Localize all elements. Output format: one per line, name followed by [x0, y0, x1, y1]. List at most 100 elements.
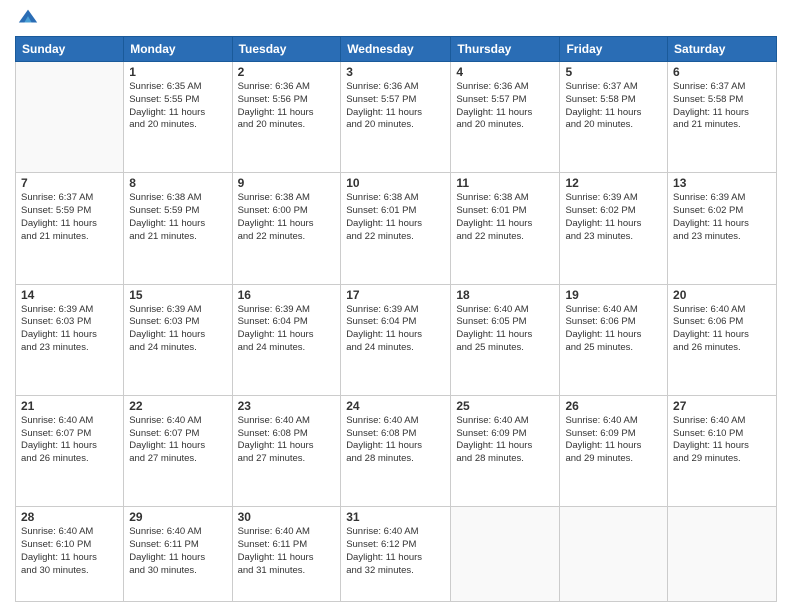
calendar-cell: 4Sunrise: 6:36 AM Sunset: 5:57 PM Daylig… — [451, 62, 560, 173]
day-info: Sunrise: 6:37 AM Sunset: 5:58 PM Dayligh… — [565, 81, 662, 132]
calendar-week-2: 7 Sunrise: 6:37 AM Sunset: 5:59 PM Daylig… — [16, 173, 777, 284]
day-info: Sunrise: 6:40 AM Sunset: 6:08 PM Dayligh… — [238, 415, 336, 466]
day-number: 22 — [129, 399, 226, 413]
calendar-cell: 16 Sunrise: 6:39 AM Sunset: 6:04 PM Dayli… — [232, 284, 341, 395]
day-number: 9 — [238, 176, 336, 190]
weekday-header-friday: Friday — [560, 37, 668, 62]
day-number: 28 — [21, 510, 118, 524]
calendar-table: SundayMondayTuesdayWednesdayThursdayFrid… — [15, 36, 777, 602]
calendar-cell — [560, 507, 668, 602]
day-info: Sunrise: 6:37 AM Sunset: 5:59 PM Dayligh… — [21, 192, 118, 243]
calendar-week-3: 14 Sunrise: 6:39 AM Sunset: 6:03 PM Dayli… — [16, 284, 777, 395]
calendar-cell: 29Sunrise: 6:40 AM Sunset: 6:11 PM Dayli… — [124, 507, 232, 602]
weekday-header-monday: Monday — [124, 37, 232, 62]
day-number: 1 — [129, 65, 226, 79]
calendar-cell: 21 Sunrise: 6:40 AM Sunset: 6:07 PM Dayli… — [16, 395, 124, 506]
calendar-cell: 19Sunrise: 6:40 AM Sunset: 6:06 PM Dayli… — [560, 284, 668, 395]
day-info: Sunrise: 6:40 AM Sunset: 6:10 PM Dayligh… — [673, 415, 771, 466]
day-info: Sunrise: 6:39 AM Sunset: 6:04 PM Dayligh… — [238, 304, 336, 355]
day-info: Sunrise: 6:40 AM Sunset: 6:12 PM Dayligh… — [346, 526, 445, 577]
day-info: Sunrise: 6:36 AM Sunset: 5:56 PM Dayligh… — [238, 81, 336, 132]
day-info: Sunrise: 6:40 AM Sunset: 6:11 PM Dayligh… — [129, 526, 226, 577]
day-number: 12 — [565, 176, 662, 190]
day-number: 18 — [456, 288, 554, 302]
day-info: Sunrise: 6:40 AM Sunset: 6:09 PM Dayligh… — [456, 415, 554, 466]
calendar-cell: 9 Sunrise: 6:38 AM Sunset: 6:00 PM Daylig… — [232, 173, 341, 284]
day-info: Sunrise: 6:40 AM Sunset: 6:07 PM Dayligh… — [129, 415, 226, 466]
day-number: 14 — [21, 288, 118, 302]
day-number: 13 — [673, 176, 771, 190]
day-number: 30 — [238, 510, 336, 524]
weekday-header-thursday: Thursday — [451, 37, 560, 62]
day-number: 26 — [565, 399, 662, 413]
day-info: Sunrise: 6:37 AM Sunset: 5:58 PM Dayligh… — [673, 81, 771, 132]
day-number: 15 — [129, 288, 226, 302]
day-info: Sunrise: 6:40 AM Sunset: 6:10 PM Dayligh… — [21, 526, 118, 577]
day-info: Sunrise: 6:39 AM Sunset: 6:04 PM Dayligh… — [346, 304, 445, 355]
calendar-week-5: 28 Sunrise: 6:40 AM Sunset: 6:10 PM Dayli… — [16, 507, 777, 602]
calendar-week-1: 1 Sunrise: 6:35 AM Sunset: 5:55 PM Daylig… — [16, 62, 777, 173]
calendar-cell: 30 Sunrise: 6:40 AM Sunset: 6:11 PM Dayli… — [232, 507, 341, 602]
day-info: Sunrise: 6:39 AM Sunset: 6:02 PM Dayligh… — [565, 192, 662, 243]
calendar-cell: 7 Sunrise: 6:37 AM Sunset: 5:59 PM Daylig… — [16, 173, 124, 284]
weekday-header-tuesday: Tuesday — [232, 37, 341, 62]
day-info: Sunrise: 6:39 AM Sunset: 6:03 PM Dayligh… — [21, 304, 118, 355]
day-number: 31 — [346, 510, 445, 524]
day-info: Sunrise: 6:40 AM Sunset: 6:06 PM Dayligh… — [673, 304, 771, 355]
day-info: Sunrise: 6:39 AM Sunset: 6:02 PM Dayligh… — [673, 192, 771, 243]
day-number: 20 — [673, 288, 771, 302]
day-info: Sunrise: 6:38 AM Sunset: 5:59 PM Dayligh… — [129, 192, 226, 243]
weekday-header-saturday: Saturday — [668, 37, 777, 62]
day-number: 27 — [673, 399, 771, 413]
day-number: 24 — [346, 399, 445, 413]
calendar-cell: 22 Sunrise: 6:40 AM Sunset: 6:07 PM Dayli… — [124, 395, 232, 506]
day-number: 23 — [238, 399, 336, 413]
day-info: Sunrise: 6:40 AM Sunset: 6:08 PM Dayligh… — [346, 415, 445, 466]
calendar-cell: 2Sunrise: 6:36 AM Sunset: 5:56 PM Daylig… — [232, 62, 341, 173]
day-number: 16 — [238, 288, 336, 302]
logo-icon — [17, 6, 39, 28]
calendar-cell: 25Sunrise: 6:40 AM Sunset: 6:09 PM Dayli… — [451, 395, 560, 506]
calendar-cell: 26 Sunrise: 6:40 AM Sunset: 6:09 PM Dayli… — [560, 395, 668, 506]
calendar-cell: 8 Sunrise: 6:38 AM Sunset: 5:59 PM Daylig… — [124, 173, 232, 284]
calendar-cell: 6 Sunrise: 6:37 AM Sunset: 5:58 PM Daylig… — [668, 62, 777, 173]
calendar-cell: 14 Sunrise: 6:39 AM Sunset: 6:03 PM Dayli… — [16, 284, 124, 395]
day-number: 11 — [456, 176, 554, 190]
day-info: Sunrise: 6:40 AM Sunset: 6:11 PM Dayligh… — [238, 526, 336, 577]
calendar-cell: 3 Sunrise: 6:36 AM Sunset: 5:57 PM Daylig… — [341, 62, 451, 173]
calendar-cell — [16, 62, 124, 173]
calendar-cell: 15 Sunrise: 6:39 AM Sunset: 6:03 PM Dayli… — [124, 284, 232, 395]
day-number: 17 — [346, 288, 445, 302]
calendar-cell: 12 Sunrise: 6:39 AM Sunset: 6:02 PM Dayli… — [560, 173, 668, 284]
day-number: 10 — [346, 176, 445, 190]
calendar-cell — [668, 507, 777, 602]
day-number: 3 — [346, 65, 445, 79]
weekday-header-sunday: Sunday — [16, 37, 124, 62]
day-number: 7 — [21, 176, 118, 190]
weekday-header-row: SundayMondayTuesdayWednesdayThursdayFrid… — [16, 37, 777, 62]
calendar-cell: 1 Sunrise: 6:35 AM Sunset: 5:55 PM Daylig… — [124, 62, 232, 173]
day-info: Sunrise: 6:40 AM Sunset: 6:05 PM Dayligh… — [456, 304, 554, 355]
calendar-cell: 5Sunrise: 6:37 AM Sunset: 5:58 PM Daylig… — [560, 62, 668, 173]
day-number: 21 — [21, 399, 118, 413]
logo — [15, 10, 39, 28]
day-info: Sunrise: 6:38 AM Sunset: 6:01 PM Dayligh… — [456, 192, 554, 243]
day-info: Sunrise: 6:36 AM Sunset: 5:57 PM Dayligh… — [456, 81, 554, 132]
calendar-cell: 17 Sunrise: 6:39 AM Sunset: 6:04 PM Dayli… — [341, 284, 451, 395]
day-info: Sunrise: 6:38 AM Sunset: 6:01 PM Dayligh… — [346, 192, 445, 243]
day-number: 6 — [673, 65, 771, 79]
day-info: Sunrise: 6:38 AM Sunset: 6:00 PM Dayligh… — [238, 192, 336, 243]
day-info: Sunrise: 6:40 AM Sunset: 6:09 PM Dayligh… — [565, 415, 662, 466]
day-info: Sunrise: 6:40 AM Sunset: 6:07 PM Dayligh… — [21, 415, 118, 466]
calendar-cell: 31 Sunrise: 6:40 AM Sunset: 6:12 PM Dayli… — [341, 507, 451, 602]
day-info: Sunrise: 6:39 AM Sunset: 6:03 PM Dayligh… — [129, 304, 226, 355]
calendar-cell: 10 Sunrise: 6:38 AM Sunset: 6:01 PM Dayli… — [341, 173, 451, 284]
day-info: Sunrise: 6:35 AM Sunset: 5:55 PM Dayligh… — [129, 81, 226, 132]
calendar-cell: 24 Sunrise: 6:40 AM Sunset: 6:08 PM Dayli… — [341, 395, 451, 506]
day-info: Sunrise: 6:36 AM Sunset: 5:57 PM Dayligh… — [346, 81, 445, 132]
day-info: Sunrise: 6:40 AM Sunset: 6:06 PM Dayligh… — [565, 304, 662, 355]
calendar-cell: 11 Sunrise: 6:38 AM Sunset: 6:01 PM Dayli… — [451, 173, 560, 284]
day-number: 8 — [129, 176, 226, 190]
calendar-cell: 28 Sunrise: 6:40 AM Sunset: 6:10 PM Dayli… — [16, 507, 124, 602]
calendar-cell: 23 Sunrise: 6:40 AM Sunset: 6:08 PM Dayli… — [232, 395, 341, 506]
